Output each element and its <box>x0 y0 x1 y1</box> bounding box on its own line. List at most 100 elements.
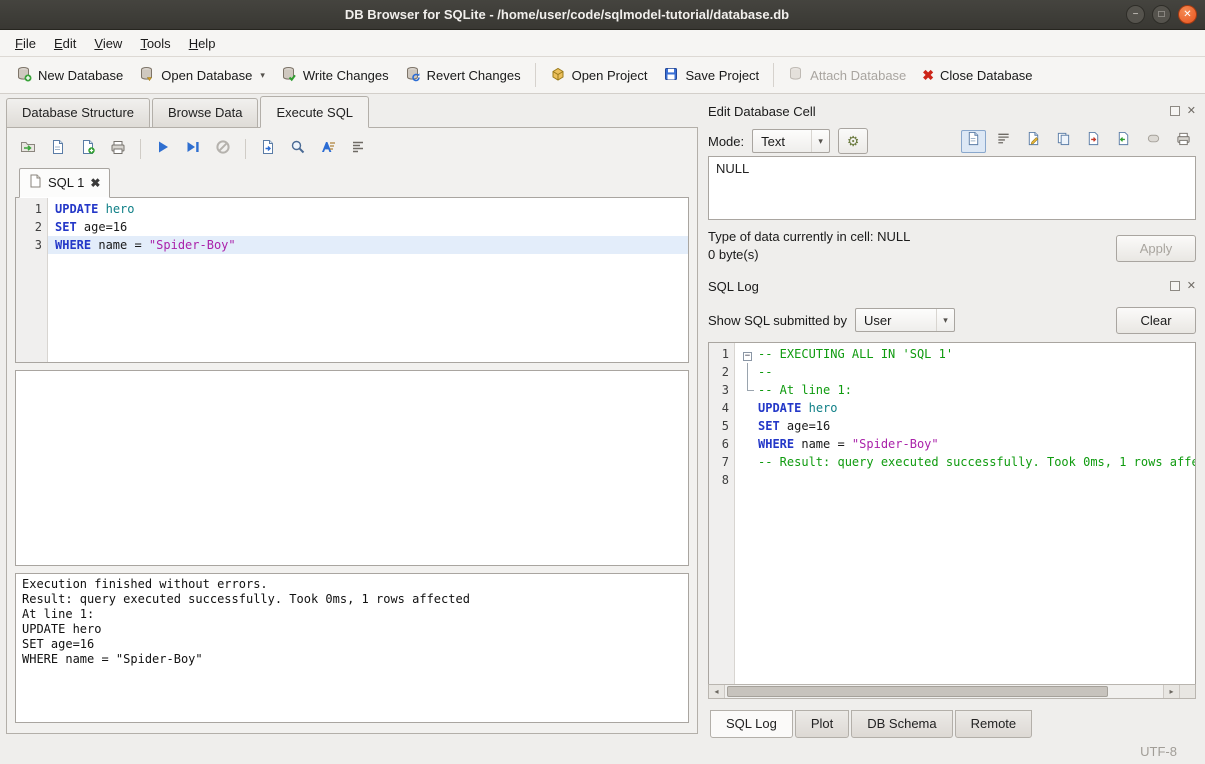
set-null-button[interactable] <box>1141 130 1166 153</box>
close-database-button[interactable]: ✖ Close Database <box>914 64 1040 87</box>
fold-marker-icon <box>742 381 758 399</box>
close-database-label: Close Database <box>940 68 1033 83</box>
find-button[interactable] <box>285 136 311 162</box>
execution-output[interactable]: Execution finished without errors. Resul… <box>15 573 689 723</box>
float-dock-icon[interactable] <box>1170 106 1180 116</box>
clear-log-button[interactable]: Clear <box>1116 307 1196 334</box>
menu-help[interactable]: Help <box>180 32 225 55</box>
close-dock-icon[interactable]: ✕ <box>1187 106 1196 117</box>
sql-editor-tab[interactable]: SQL 1 ✖ <box>19 168 110 198</box>
fold-margin <box>742 399 758 417</box>
line-number: 1 <box>709 345 729 363</box>
tab-db-schema[interactable]: DB Schema <box>851 710 952 738</box>
menu-view[interactable]: View <box>85 32 131 55</box>
format-sql-icon <box>350 139 366 160</box>
import-cell-button[interactable] <box>1111 130 1136 153</box>
code-line: -- <box>735 363 1195 381</box>
toolbar-separator <box>535 63 536 87</box>
close-button[interactable]: ✕ <box>1178 5 1197 24</box>
mode-label: Mode: <box>708 134 744 149</box>
encoding-indicator[interactable]: UTF-8 <box>1140 744 1177 759</box>
word-wrap-icon <box>996 131 1011 151</box>
copy-cell-button[interactable] <box>1051 130 1076 153</box>
cell-editor[interactable]: NULL <box>708 156 1196 220</box>
line-number: 5 <box>709 417 729 435</box>
float-dock-icon[interactable] <box>1170 281 1180 291</box>
scrollbar-thumb[interactable] <box>727 686 1108 697</box>
sql-editor[interactable]: 123 UPDATE heroSET age=16WHERE name = "S… <box>15 197 689 363</box>
scrollbar-track[interactable] <box>725 685 1163 698</box>
autocomplete-button[interactable] <box>315 136 341 162</box>
fold-marker-icon[interactable]: − <box>742 345 758 363</box>
maximize-button[interactable]: □ <box>1152 5 1171 24</box>
print-cell-button[interactable] <box>1171 130 1196 153</box>
execute-current-line-button[interactable] <box>180 136 206 162</box>
open-sql-file-button[interactable] <box>15 136 41 162</box>
code-line: UPDATE hero <box>48 200 688 218</box>
chevron-down-icon: ▾ <box>811 130 829 152</box>
scroll-left-icon[interactable]: ◂ <box>709 685 725 698</box>
line-number: 3 <box>16 236 42 254</box>
sql-editor-tab-bar: SQL 1 ✖ <box>15 168 689 197</box>
save-sql-file-button[interactable] <box>45 136 71 162</box>
close-tab-icon[interactable]: ✖ <box>90 177 100 189</box>
mode-select-value: Text <box>753 134 811 149</box>
open-project-button[interactable]: Open Project <box>542 62 656 89</box>
tab-database-structure[interactable]: Database Structure <box>6 98 150 127</box>
sql-log-view[interactable]: 12345678 −-- EXECUTING ALL IN 'SQL 1'---… <box>708 342 1196 684</box>
save-project-label: Save Project <box>685 68 759 83</box>
tab-plot[interactable]: Plot <box>795 710 849 738</box>
execute-sql-panel: SQL 1 ✖ 123 UPDATE heroSET age=16WHERE n… <box>6 127 698 734</box>
format-sql-button[interactable] <box>345 136 371 162</box>
word-wrap-button[interactable] <box>991 130 1016 153</box>
open-database-dropdown-icon[interactable]: ▾ <box>260 70 265 81</box>
new-database-button[interactable]: New Database <box>8 62 131 89</box>
menu-tools[interactable]: Tools <box>131 32 179 55</box>
export-cell-button[interactable] <box>1081 130 1106 153</box>
save-project-icon <box>663 66 679 85</box>
execute-all-button[interactable] <box>150 136 176 162</box>
sql-log-filter-select[interactable]: User ▾ <box>855 308 955 332</box>
scroll-right-icon[interactable]: ▸ <box>1163 685 1179 698</box>
close-dock-icon[interactable]: ✕ <box>1187 281 1196 292</box>
execute-all-icon <box>155 139 171 160</box>
code-line: SET age=16 <box>735 417 1195 435</box>
find-icon <box>290 139 306 160</box>
tab-browse-data[interactable]: Browse Data <box>152 98 258 127</box>
save-sql-as-button[interactable] <box>75 136 101 162</box>
tab-remote[interactable]: Remote <box>955 710 1033 738</box>
chevron-down-icon: ▾ <box>936 309 954 331</box>
revert-changes-button[interactable]: Revert Changes <box>397 62 529 89</box>
menu-file[interactable]: File <box>6 32 45 55</box>
export-sql-button[interactable] <box>255 136 281 162</box>
bottom-tab-bar: SQL Log Plot DB Schema Remote <box>708 710 1196 738</box>
cell-toolbar <box>961 130 1196 153</box>
open-database-button[interactable]: Open Database ▾ <box>131 62 273 89</box>
revert-changes-label: Revert Changes <box>427 68 521 83</box>
write-changes-button[interactable]: Write Changes <box>273 62 397 89</box>
save-project-button[interactable]: Save Project <box>655 62 767 89</box>
sql-file-icon <box>29 174 42 191</box>
mode-select[interactable]: Text ▾ <box>752 129 830 153</box>
print-sql-button[interactable] <box>105 136 131 162</box>
menu-edit[interactable]: Edit <box>45 32 85 55</box>
tab-execute-sql[interactable]: Execute SQL <box>260 96 369 128</box>
minimize-button[interactable]: − <box>1126 5 1145 24</box>
log-code-area[interactable]: −-- EXECUTING ALL IN 'SQL 1'---- At line… <box>735 343 1195 684</box>
fold-margin <box>742 471 758 489</box>
cell-settings-button[interactable]: ⚙ <box>838 128 868 154</box>
open-in-editor-button[interactable] <box>1021 130 1046 153</box>
code-line: SET age=16 <box>48 218 688 236</box>
cell-size-info: 0 byte(s) <box>708 247 910 262</box>
autocomplete-icon <box>320 139 336 160</box>
stop-execution-button <box>210 136 236 162</box>
editor-code-area[interactable]: UPDATE heroSET age=16WHERE name = "Spide… <box>48 198 688 362</box>
tab-sql-log[interactable]: SQL Log <box>710 710 793 738</box>
close-database-icon: ✖ <box>922 68 934 82</box>
results-grid[interactable] <box>15 370 689 566</box>
fold-margin <box>742 417 758 435</box>
open-project-label: Open Project <box>572 68 648 83</box>
attach-database-button: Attach Database <box>780 62 914 89</box>
text-mode-button[interactable] <box>961 130 986 153</box>
log-horizontal-scrollbar[interactable]: ◂ ▸ <box>708 684 1196 699</box>
